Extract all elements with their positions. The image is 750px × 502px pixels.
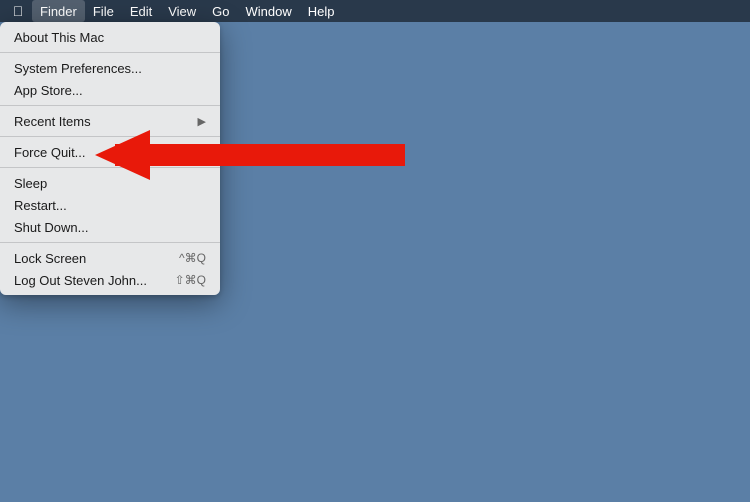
menu-item-log-out[interactable]: Log Out Steven John... ⇧⌘Q <box>0 269 220 291</box>
menubar-help[interactable]: Help <box>300 0 343 22</box>
menubar-finder[interactable]: Finder <box>32 0 85 22</box>
menu-item-recent-items[interactable]: Recent Items ▶ <box>0 110 220 132</box>
menu-separator-5 <box>0 242 220 243</box>
menu-separator-1 <box>0 52 220 53</box>
menu-item-sleep[interactable]: Sleep <box>0 172 220 194</box>
menu-separator-3 <box>0 136 220 137</box>
menu-item-shut-down[interactable]: Shut Down... <box>0 216 220 238</box>
menubar:  Finder File Edit View Go Window Help <box>0 0 750 22</box>
menu-item-about-this-mac[interactable]: About This Mac <box>0 26 220 48</box>
apple-icon:  <box>13 3 24 19</box>
menu-item-system-preferences[interactable]: System Preferences... <box>0 57 220 79</box>
menu-item-app-store[interactable]: App Store... <box>0 79 220 101</box>
menu-item-restart[interactable]: Restart... <box>0 194 220 216</box>
menubar-items: Finder File Edit View Go Window Help <box>32 0 343 22</box>
menu-separator-4 <box>0 167 220 168</box>
apple-menu-button[interactable]:  <box>4 0 32 22</box>
submenu-arrow-icon: ▶ <box>198 115 206 128</box>
menu-item-lock-screen[interactable]: Lock Screen ^⌘Q <box>0 247 220 269</box>
menubar-edit[interactable]: Edit <box>122 0 160 22</box>
menubar-view[interactable]: View <box>160 0 204 22</box>
menubar-file[interactable]: File <box>85 0 122 22</box>
menu-item-force-quit[interactable]: Force Quit... ⌥⌘⎋ <box>0 141 220 163</box>
menu-separator-2 <box>0 105 220 106</box>
apple-dropdown-menu: About This Mac System Preferences... App… <box>0 22 220 295</box>
menubar-window[interactable]: Window <box>238 0 300 22</box>
menubar-go[interactable]: Go <box>204 0 237 22</box>
